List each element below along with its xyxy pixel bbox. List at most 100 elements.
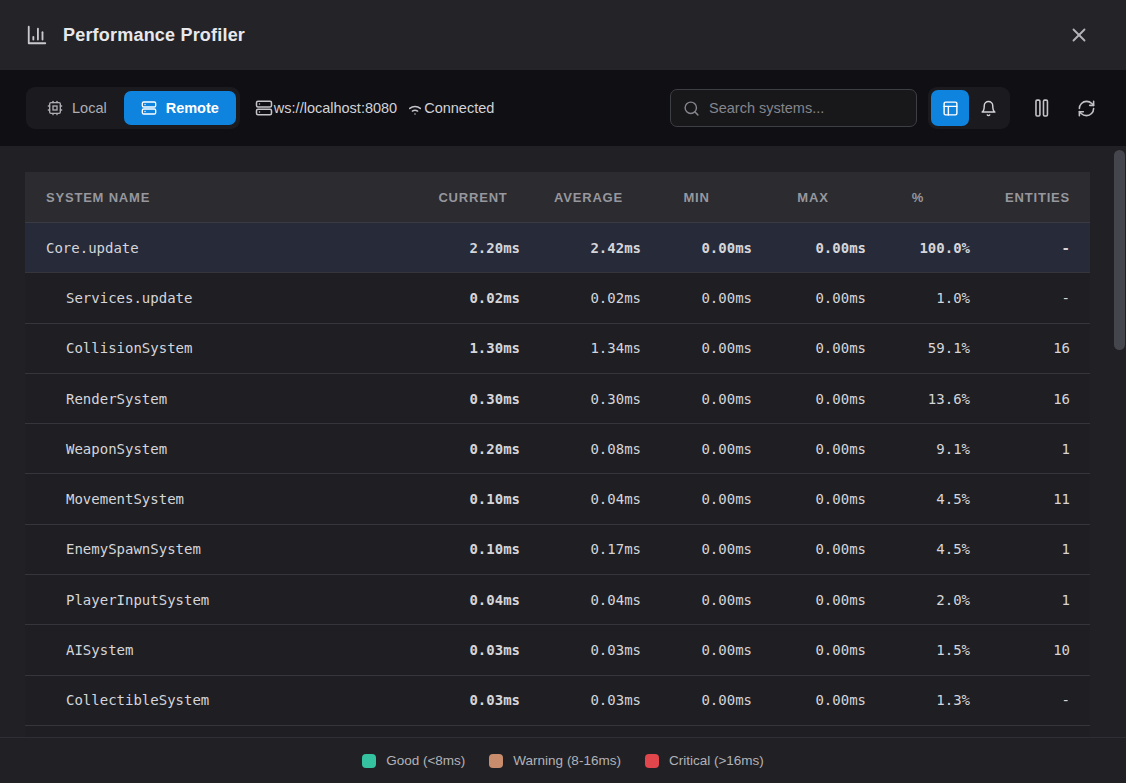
metric-cell: 0.03ms bbox=[400, 692, 520, 708]
metric-cell: 1 bbox=[970, 541, 1070, 557]
column-header[interactable]: MAX bbox=[752, 190, 866, 205]
bar-chart-icon bbox=[26, 24, 48, 46]
metric-cell: 0.04ms bbox=[520, 592, 641, 608]
metric-cell: - bbox=[970, 290, 1070, 306]
metric-cell: 0.00ms bbox=[641, 240, 752, 256]
metric-cell: 0.00ms bbox=[752, 391, 866, 407]
metric-cell: 0.00ms bbox=[752, 491, 866, 507]
pause-button[interactable] bbox=[1032, 97, 1051, 119]
table-row[interactable]: EnemySpawnSystem0.10ms0.17ms0.00ms0.00ms… bbox=[25, 524, 1090, 574]
metric-cell: 0.10ms bbox=[400, 541, 520, 557]
local-button[interactable]: Local bbox=[30, 91, 124, 125]
metric-cell: 0.17ms bbox=[520, 541, 641, 557]
view-toggle-group bbox=[928, 87, 1010, 129]
system-name-cell: EnemySpawnSystem bbox=[25, 541, 400, 557]
refresh-button[interactable] bbox=[1077, 99, 1096, 118]
table-layout-icon bbox=[942, 100, 959, 117]
metric-cell: 0.03ms bbox=[520, 642, 641, 658]
table-row[interactable]: PlayerInputSystem0.04ms0.04ms0.00ms0.00m… bbox=[25, 574, 1090, 624]
metric-cell: 1 bbox=[970, 441, 1070, 457]
metric-cell: 0.02ms bbox=[400, 290, 520, 306]
table-row[interactable]: Core.update2.20ms2.42ms0.00ms0.00ms100.0… bbox=[25, 222, 1090, 272]
column-header[interactable]: ENTITIES bbox=[970, 190, 1070, 205]
metric-cell: 0.10ms bbox=[400, 491, 520, 507]
table-row[interactable]: RenderSystem0.30ms0.30ms0.00ms0.00ms13.6… bbox=[25, 373, 1090, 423]
column-header[interactable]: % bbox=[866, 190, 970, 205]
metric-cell: 0.00ms bbox=[641, 592, 752, 608]
metric-cell: 0.08ms bbox=[520, 441, 641, 457]
local-button-label: Local bbox=[72, 100, 107, 116]
system-name-cell: AISystem bbox=[25, 642, 400, 658]
metric-cell: 1.3% bbox=[866, 692, 970, 708]
table-row[interactable]: MovementSystem0.10ms0.04ms0.00ms0.00ms4.… bbox=[25, 473, 1090, 523]
metric-cell: 4.5% bbox=[866, 491, 970, 507]
metric-cell: 0.02ms bbox=[520, 290, 641, 306]
metric-cell: 0.03ms bbox=[520, 692, 641, 708]
server-icon bbox=[255, 99, 273, 117]
metric-cell: 13.6% bbox=[866, 391, 970, 407]
websocket-url-label: ws://localhost:8080 bbox=[274, 100, 397, 116]
connection-status: Connected bbox=[406, 99, 494, 117]
server-icon bbox=[141, 100, 157, 116]
table-area: SYSTEM NAMECURRENTAVERAGEMINMAX%ENTITIES… bbox=[0, 146, 1126, 737]
metric-cell: 0.00ms bbox=[641, 642, 752, 658]
metric-cell: - bbox=[970, 240, 1070, 256]
legend-item: Critical (>16ms) bbox=[645, 753, 764, 768]
metric-cell: 1.5% bbox=[866, 642, 970, 658]
metric-cell: 1.0% bbox=[866, 290, 970, 306]
pause-icon bbox=[1032, 97, 1051, 119]
page-title: Performance Profiler bbox=[63, 25, 245, 46]
column-header[interactable]: AVERAGE bbox=[520, 190, 641, 205]
wifi-icon bbox=[406, 99, 424, 117]
legend-label: Critical (>16ms) bbox=[669, 753, 764, 768]
scrollbar-thumb[interactable] bbox=[1114, 150, 1125, 350]
legend-swatch bbox=[645, 754, 659, 768]
table-row[interactable]: CollisionSystem1.30ms1.34ms0.00ms0.00ms5… bbox=[25, 323, 1090, 373]
remote-button-label: Remote bbox=[166, 100, 219, 116]
table-header-row: SYSTEM NAMECURRENTAVERAGEMINMAX%ENTITIES bbox=[25, 172, 1090, 222]
system-name-cell: RenderSystem bbox=[25, 391, 400, 407]
metric-cell: 2.42ms bbox=[520, 240, 641, 256]
metric-cell: 0.00ms bbox=[641, 290, 752, 306]
alerts-button[interactable] bbox=[969, 90, 1007, 126]
column-header[interactable]: CURRENT bbox=[400, 190, 520, 205]
close-icon[interactable] bbox=[1066, 22, 1092, 48]
remote-button[interactable]: Remote bbox=[124, 91, 236, 125]
table-row[interactable]: CollectibleSystem0.03ms0.03ms0.00ms0.00m… bbox=[25, 675, 1090, 725]
metric-cell: 1.30ms bbox=[400, 340, 520, 356]
system-name-cell: WeaponSystem bbox=[25, 441, 400, 457]
metric-cell: 0.30ms bbox=[520, 391, 641, 407]
metric-cell: 0.00ms bbox=[752, 541, 866, 557]
connection-mode-switch: Local Remote bbox=[26, 87, 240, 129]
table-view-button[interactable] bbox=[931, 90, 969, 126]
column-header[interactable]: MIN bbox=[641, 190, 752, 205]
metric-cell: 0.00ms bbox=[752, 290, 866, 306]
metric-cell: 1.34ms bbox=[520, 340, 641, 356]
websocket-url: ws://localhost:8080 bbox=[255, 99, 397, 117]
cpu-icon bbox=[47, 100, 63, 116]
metric-cell: 0.00ms bbox=[641, 340, 752, 356]
metric-cell: 16 bbox=[970, 391, 1070, 407]
metric-cell: 1 bbox=[970, 592, 1070, 608]
metric-cell: 0.00ms bbox=[641, 692, 752, 708]
metric-cell: 0.00ms bbox=[752, 592, 866, 608]
system-name-cell: Services.update bbox=[25, 290, 400, 306]
systems-table: SYSTEM NAMECURRENTAVERAGEMINMAX%ENTITIES… bbox=[25, 172, 1090, 737]
table-row[interactable]: Services.update0.02ms0.02ms0.00ms0.00ms1… bbox=[25, 272, 1090, 322]
search-input[interactable] bbox=[709, 100, 904, 116]
metric-cell: 0.00ms bbox=[752, 340, 866, 356]
system-name-cell: Core.update bbox=[25, 240, 400, 256]
search-icon bbox=[683, 100, 700, 117]
legend-item: Good (<8ms) bbox=[362, 753, 465, 768]
table-row[interactable]: WeaponSystem0.20ms0.08ms0.00ms0.00ms9.1%… bbox=[25, 423, 1090, 473]
table-row[interactable]: AISystem0.03ms0.03ms0.00ms0.00ms1.5%10 bbox=[25, 624, 1090, 674]
metric-cell: 0.00ms bbox=[641, 541, 752, 557]
legend-swatch bbox=[489, 754, 503, 768]
refresh-icon bbox=[1077, 99, 1096, 118]
metric-cell: 0.00ms bbox=[641, 391, 752, 407]
metric-cell: 100.0% bbox=[866, 240, 970, 256]
metric-cell: - bbox=[970, 692, 1070, 708]
bell-icon bbox=[980, 100, 997, 117]
column-header[interactable]: SYSTEM NAME bbox=[25, 190, 400, 205]
legend-label: Good (<8ms) bbox=[386, 753, 465, 768]
